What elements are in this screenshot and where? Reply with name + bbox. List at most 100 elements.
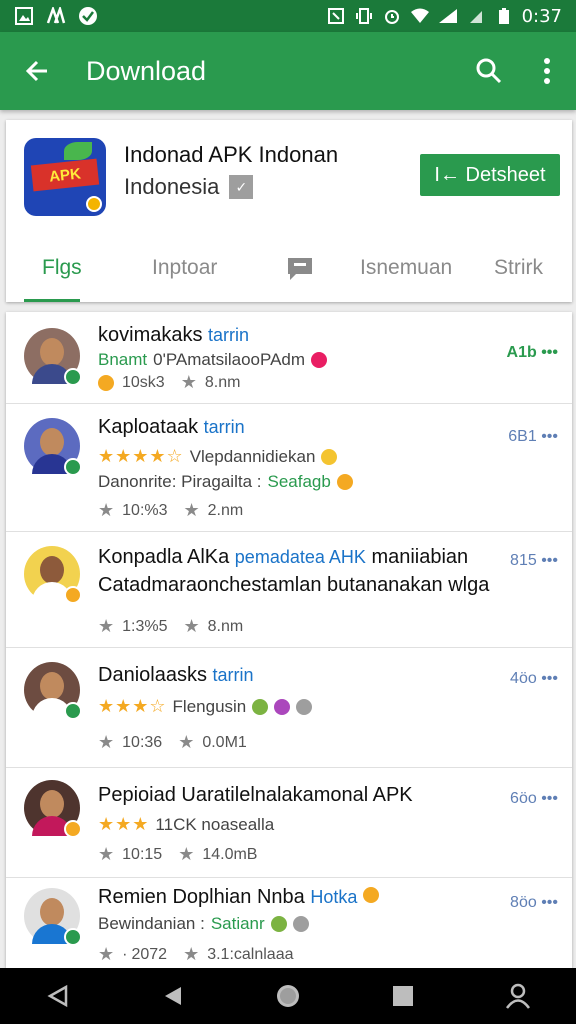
item-count[interactable]: 6B1 ••• (508, 428, 558, 446)
item-count[interactable]: A1b ••• (507, 344, 558, 362)
item-meta: ★ 10:15 ★ 14.0mB (98, 844, 257, 865)
search-button[interactable] (460, 32, 518, 110)
emoji-icon (311, 352, 328, 368)
item-rating: 10:36 (122, 733, 163, 751)
item-detail-text: Danonrite: Piragailta : (98, 472, 262, 491)
item-rating: 10:15 (122, 845, 163, 863)
avatar (24, 888, 82, 946)
item-count[interactable]: 4öo ••• (510, 670, 558, 688)
app-developer[interactable]: Indonesia ✓ (124, 174, 254, 200)
avatar (24, 780, 82, 838)
avatar (24, 662, 82, 720)
list-item[interactable]: Remien Doplhian Nnba Hotka Bewindanian :… (6, 878, 572, 968)
item-meta: 10sk3 ★ 8.nm (98, 372, 240, 393)
list-item[interactable]: Kaploataak tarrin ★★★★☆ Vlepdannidiekan … (6, 404, 572, 532)
item-rating: 1:3%5 (122, 617, 168, 635)
app-icon[interactable]: APK (24, 138, 106, 216)
item-subtitle: Catadmaraonchestamlan butananakan wlga (98, 574, 490, 596)
developer-label: Indonesia (124, 174, 220, 199)
star-icon: ★ (98, 732, 115, 753)
emoji-icon (362, 887, 379, 903)
signal-icon-2 (466, 6, 486, 26)
list-item[interactable]: Pepioiad Uaratilelnalakamonal APK ★★★ 11… (6, 768, 572, 878)
star-icon: ★ (98, 944, 115, 965)
tab-4[interactable]: Isnemuan (360, 256, 452, 280)
star-icon: ★ (183, 616, 200, 637)
item-title-accent: tarrin (212, 665, 254, 685)
alarm-icon (382, 6, 402, 26)
app-icon-banner: APK (30, 158, 100, 192)
star-icon: ★ (178, 732, 195, 753)
emoji-icon (274, 698, 291, 715)
search-icon (476, 58, 502, 84)
item-size: 8.nm (204, 373, 241, 391)
tab-3[interactable] (286, 256, 314, 288)
tab-5[interactable]: Strirk (494, 256, 543, 280)
list-item[interactable]: kovimakaks tarrin Bnamt 0'PAmatsilaooPAd… (6, 312, 572, 404)
item-count[interactable]: 815 ••• (510, 552, 558, 570)
nav-profile-button[interactable] (498, 976, 538, 1016)
app-notification-icon (46, 6, 66, 26)
check-circle-icon (78, 6, 98, 26)
item-detail-green: Seafagb (267, 472, 331, 491)
nav-recents-button[interactable] (383, 976, 423, 1016)
item-subtitle-text: Vlepdannidiekan (189, 446, 316, 466)
active-tab-indicator (24, 299, 80, 302)
item-subtitle-text: Flengusin (172, 696, 247, 716)
arrow-back-icon (25, 60, 47, 82)
item-subtitle-green: Satianr (210, 914, 265, 933)
comment-icon (288, 258, 312, 280)
emoji-icon (336, 474, 353, 490)
item-subtitle: ★★★☆ Flengusin (98, 696, 313, 717)
item-title-text: Kaploataak (98, 416, 199, 438)
back-filled-icon (164, 987, 181, 1005)
item-title: Remien Doplhian Nnba Hotka (98, 886, 379, 909)
rating-stars: ★★★ (98, 814, 150, 835)
item-rating: 10:%3 (122, 501, 168, 519)
item-subtitle-text: Bewindanian : (98, 914, 205, 933)
star-icon: ★ (183, 944, 200, 965)
download-list: kovimakaks tarrin Bnamt 0'PAmatsilaooPAd… (6, 312, 572, 968)
back-button[interactable] (0, 32, 74, 110)
item-meta: ★ 1:3%5 ★ 8.nm (98, 616, 243, 637)
list-item[interactable]: Daniolaasks tarrin ★★★☆ Flengusin ★ 10:3… (6, 648, 572, 768)
emoji-icon (296, 698, 313, 715)
item-size: 8.nm (207, 617, 244, 635)
item-subtitle-text: 11CK noasealla (155, 814, 275, 834)
nav-home-button[interactable] (268, 976, 308, 1016)
signal-icon (438, 6, 458, 26)
verified-icon: ✓ (229, 175, 254, 199)
star-icon: ★ (98, 844, 115, 865)
item-title-rest: maniiabian (371, 546, 469, 568)
tab-2[interactable]: Inptoar (152, 256, 217, 280)
battery-icon (494, 6, 514, 26)
item-count[interactable]: 8öo ••• (510, 894, 558, 912)
system-nav-bar (0, 968, 576, 1024)
item-count[interactable]: 6öo ••• (510, 790, 558, 808)
emoji-icon (321, 448, 338, 465)
nav-back-button[interactable] (38, 976, 78, 1016)
status-bar: 0:37 (0, 0, 576, 32)
tab-bar: Flgs Inptoar Isnemuan Strirk (6, 238, 572, 302)
item-subtitle: ★★★★☆ Vlepdannidiekan (98, 446, 338, 467)
back-triangle-icon (47, 984, 67, 1008)
item-subtitle-2: Danonrite: Piragailta : Seafagb (98, 472, 353, 492)
avatar (24, 418, 82, 476)
avatar (24, 328, 82, 386)
list-item[interactable]: Konpadla AlKa pemadatea AHK maniiabian C… (6, 532, 572, 648)
avatar (24, 546, 82, 604)
star-icon: ★ (98, 616, 115, 637)
item-subtitle-text: 0'PAmatsilaooPAdm (153, 350, 306, 369)
more-options-button[interactable] (518, 32, 576, 110)
item-title-accent: tarrin (208, 325, 250, 345)
item-title-accent: Hotka (310, 887, 358, 907)
vibrate-icon (354, 6, 374, 26)
rating-stars: ★★★★☆ (98, 446, 184, 467)
nav-back-filled-button[interactable] (153, 976, 193, 1016)
item-rating: 2072 (131, 945, 168, 963)
wifi-icon (410, 6, 430, 26)
install-button[interactable]: I← Detsheet (420, 154, 560, 196)
nfc-icon (326, 6, 346, 26)
star-icon: ★ (98, 500, 115, 521)
tab-1[interactable]: Flgs (42, 256, 82, 280)
